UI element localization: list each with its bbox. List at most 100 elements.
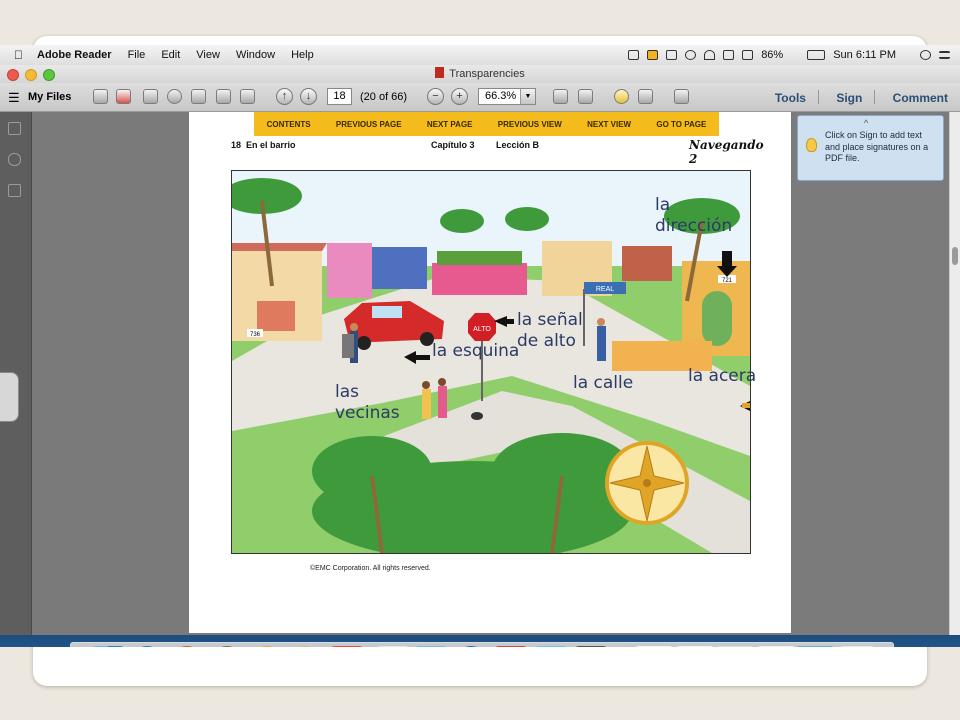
house-number: 736 (250, 332, 261, 338)
edit-pdf-icon[interactable] (143, 89, 158, 104)
trash-icon[interactable] (839, 646, 875, 647)
nav-next-view-link[interactable]: NEXT VIEW (587, 120, 631, 129)
fit-page-icon[interactable] (578, 89, 593, 104)
app-status-icon[interactable] (666, 50, 678, 60)
sign-tip-panel[interactable]: ^ Click on Sign to add text and place si… (797, 115, 944, 181)
right-task-pane: ^ Click on Sign to add text and place si… (792, 112, 949, 647)
signatures-icon[interactable] (8, 184, 21, 197)
close-window-button[interactable] (7, 69, 19, 81)
page-number-input[interactable]: 18 (327, 88, 352, 105)
building-store (432, 263, 527, 295)
wifi-icon[interactable] (704, 50, 716, 60)
next-page-button[interactable]: ↓ (300, 88, 317, 105)
comment-button[interactable]: Comment (893, 91, 948, 105)
zoom-window-button[interactable] (43, 69, 55, 81)
task-pane-links: Tools Sign Comment (761, 90, 948, 105)
document-window-icon[interactable] (758, 646, 794, 647)
apple-icon[interactable]:  (14, 48, 23, 62)
copyright-notice: ©EMC Corporation. All rights reserved. (310, 565, 431, 572)
notes-icon[interactable] (647, 50, 659, 60)
sticky-note-icon[interactable] (614, 89, 629, 104)
scrollbar-thumb[interactable] (952, 247, 958, 265)
document-list-icon[interactable] (677, 646, 713, 647)
highlight-icon[interactable] (638, 89, 653, 104)
archway (702, 291, 732, 346)
textedit-icon[interactable] (533, 646, 569, 647)
sign-tip-text: Click on Sign to add text and place sign… (825, 130, 929, 163)
print-icon[interactable] (216, 89, 231, 104)
label-la-senal-de-alto: la señal de alto (517, 310, 583, 351)
pane-toggle-handle[interactable] (0, 372, 19, 422)
finder-icon[interactable] (90, 646, 126, 647)
photos-stack-icon[interactable] (797, 646, 833, 647)
status-icon[interactable] (628, 50, 640, 60)
adobe-reader-icon[interactable] (493, 646, 529, 647)
nav-previous-view-link[interactable]: PREVIOUS VIEW (498, 120, 562, 129)
email-icon[interactable] (240, 89, 255, 104)
chevron-down-icon[interactable]: ▼ (520, 89, 535, 104)
spotlight-icon[interactable] (920, 50, 931, 60)
document-doc-icon[interactable] (636, 646, 672, 647)
menu-app-name[interactable]: Adobe Reader (37, 49, 112, 61)
menu-file[interactable]: File (128, 49, 146, 61)
chrome-icon[interactable] (209, 646, 245, 647)
page-thumbnails-icon[interactable] (8, 122, 21, 135)
minimize-window-button[interactable] (25, 69, 37, 81)
chevron-up-icon[interactable]: ^ (864, 118, 868, 128)
brand-logo: Navegando 2 (689, 138, 764, 166)
battery-percent[interactable]: 86% (761, 49, 783, 61)
display-icon[interactable] (742, 50, 754, 60)
stop-sign-text: ALTO (473, 326, 491, 333)
safari-icon[interactable] (129, 646, 165, 647)
menu-help[interactable]: Help (291, 49, 314, 61)
excel-icon[interactable] (287, 646, 323, 647)
window-title: Transparencies (449, 68, 525, 80)
previous-page-button[interactable]: ↑ (276, 88, 293, 105)
clock[interactable]: Sun 6:11 PM (833, 49, 896, 61)
fit-width-icon[interactable] (553, 89, 568, 104)
notification-center-icon[interactable] (939, 51, 950, 59)
document-grid-icon[interactable] (717, 646, 753, 647)
page-count: (20 of 66) (360, 91, 408, 103)
lesson-label: Lección B (496, 140, 540, 150)
itunes-icon[interactable] (453, 646, 489, 647)
zoom-in-button[interactable]: + (451, 88, 468, 105)
volume-icon[interactable] (723, 50, 735, 60)
page-heading-number: 18 (231, 140, 242, 150)
create-pdf-icon[interactable] (93, 89, 108, 104)
battery-icon[interactable] (807, 50, 826, 60)
bluetooth-icon[interactable] (685, 50, 697, 60)
vertical-scrollbar[interactable] (949, 112, 960, 647)
attachments-icon[interactable] (8, 153, 21, 166)
hamburger-icon[interactable]: ☰ (8, 90, 20, 107)
keynote-icon[interactable] (413, 646, 449, 647)
export-pdf-icon[interactable] (116, 89, 131, 104)
my-files-button[interactable]: My Files (28, 91, 71, 108)
nav-previous-page-link[interactable]: PREVIOUS PAGE (336, 120, 402, 129)
zoom-out-button[interactable]: − (427, 88, 444, 105)
nav-go-to-page-link[interactable]: GO TO PAGE (656, 120, 706, 129)
powerpoint-icon[interactable] (249, 646, 285, 647)
label-la-direccion: la dirección (655, 195, 733, 236)
menu-edit[interactable]: Edit (161, 49, 180, 61)
full-screen-icon[interactable] (674, 89, 689, 104)
divider (817, 90, 819, 104)
sign-button[interactable]: Sign (836, 91, 862, 105)
cloud-upload-icon[interactable] (167, 89, 182, 104)
menu-window[interactable]: Window (236, 49, 275, 61)
lightbulb-icon (806, 138, 817, 152)
firefox-icon[interactable] (169, 646, 205, 647)
label-las-vecinas: las vecinas (335, 382, 400, 423)
tools-button[interactable]: Tools (775, 91, 806, 105)
calendar-icon[interactable] (329, 646, 365, 647)
save-icon[interactable] (191, 89, 206, 104)
building-blue (372, 247, 427, 289)
printer-icon[interactable] (573, 646, 609, 647)
nav-contents-link[interactable]: CONTENTS (267, 120, 311, 129)
label-la-calle: la calle (573, 373, 634, 393)
menu-view[interactable]: View (196, 49, 220, 61)
calculator-icon[interactable] (375, 646, 411, 647)
zoom-select[interactable]: 66.3% ▼ (478, 88, 536, 105)
nav-next-page-link[interactable]: NEXT PAGE (427, 120, 473, 129)
traffic-lights (7, 69, 61, 81)
